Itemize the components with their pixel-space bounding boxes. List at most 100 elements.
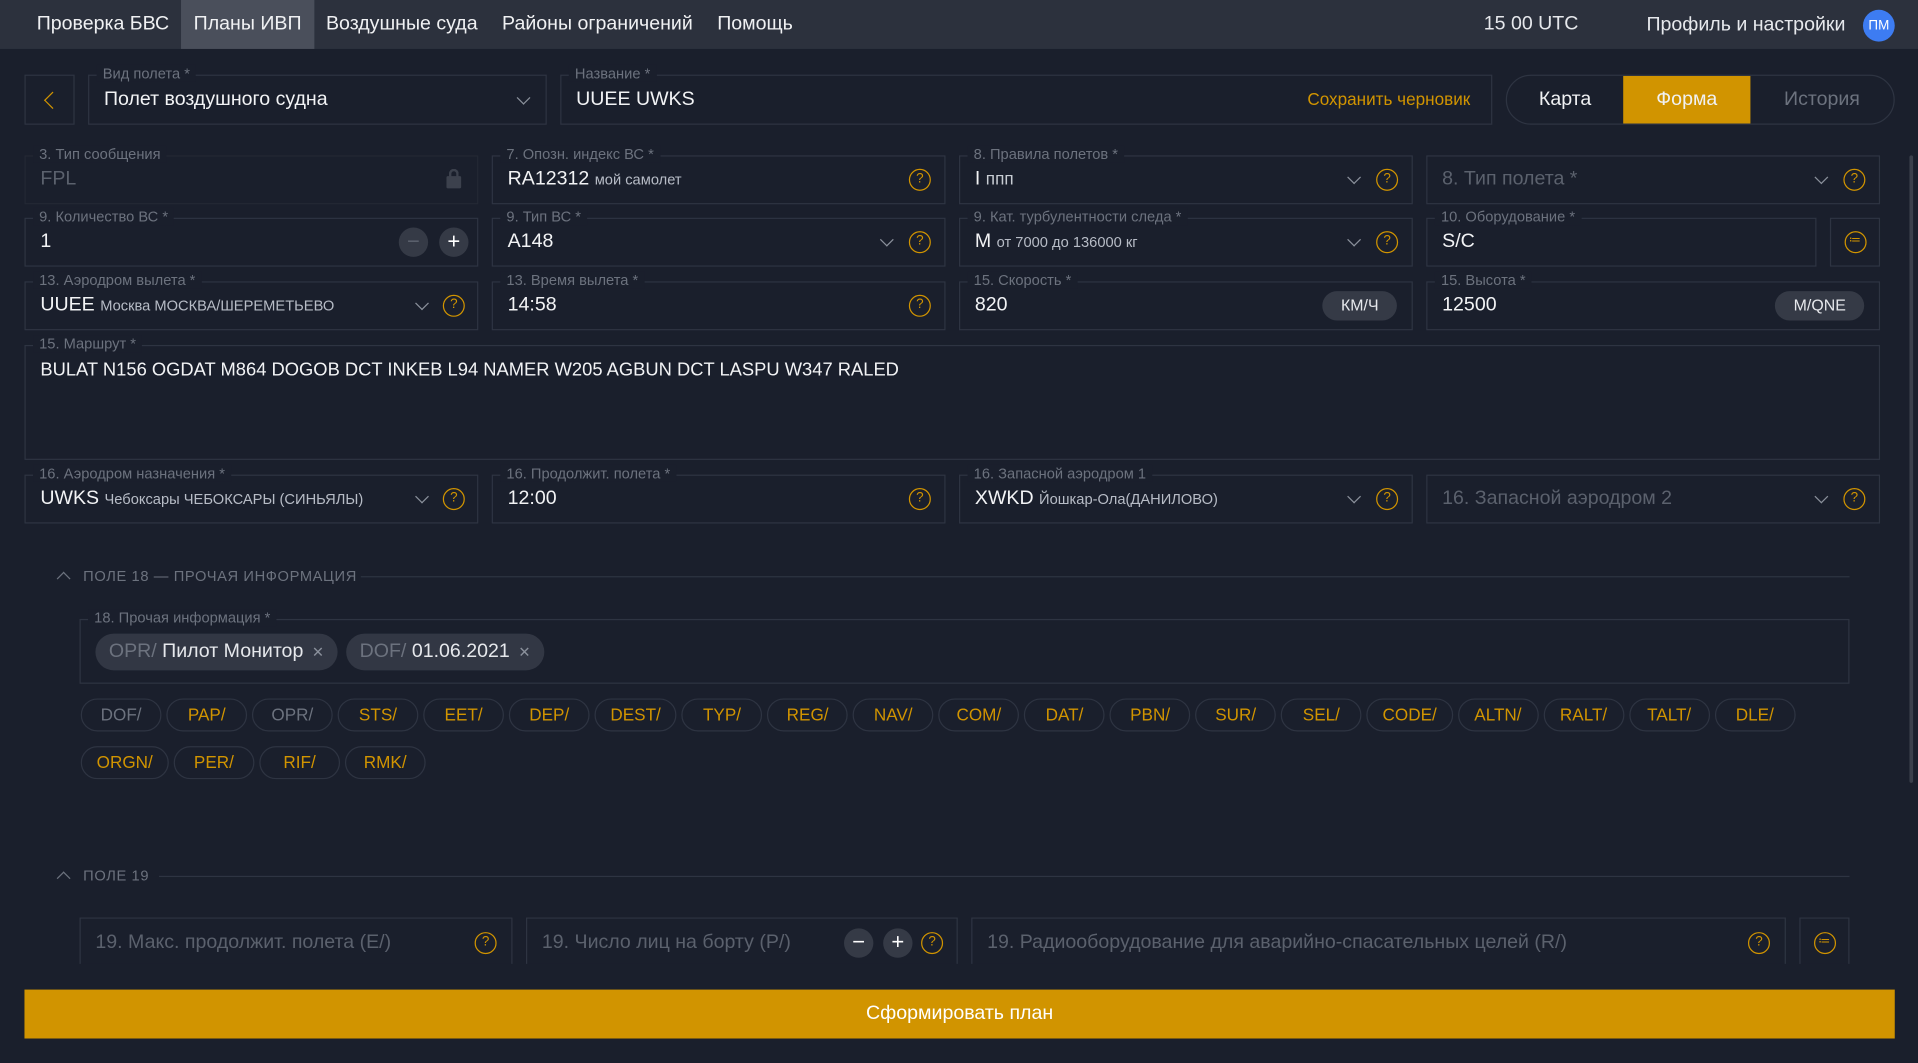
save-draft-button[interactable]: Сохранить черновик <box>1307 89 1470 109</box>
level-input[interactable]: 15. Высота * 12500 M/QNE <box>1426 271 1881 331</box>
nav-item-help[interactable]: Помощь <box>705 0 805 49</box>
indicator-chips-row: ORGN/PER/RIF/RMK/ <box>80 746 426 780</box>
help-icon[interactable]: ? <box>921 932 944 955</box>
field-value: BULAT N156 OGDAT M864 DOGOB DCT INKEB L9… <box>40 359 899 381</box>
indicator-chip[interactable]: COM/ <box>938 698 1020 732</box>
help-icon[interactable]: ? <box>1843 488 1866 511</box>
indicator-chip[interactable]: RMK/ <box>344 746 426 780</box>
indicator-chip[interactable]: ORGN/ <box>80 746 169 780</box>
help-icon[interactable]: ? <box>1747 932 1770 955</box>
minus-button[interactable]: − <box>398 227 429 257</box>
endurance-input[interactable]: 19. Макс. продолжит. полета (E/) ? <box>79 917 513 964</box>
tag-dof[interactable]: DOF/ 01.06.2021 ✕ <box>346 633 545 670</box>
section-title: ПОЛЕ 19 <box>83 867 150 885</box>
close-icon[interactable]: ✕ <box>312 643 324 660</box>
indicator-chip[interactable]: NAV/ <box>852 698 934 732</box>
indicator-chip[interactable]: RALT/ <box>1543 698 1624 732</box>
indicator-chip[interactable]: RIF/ <box>259 746 340 780</box>
indicator-chip[interactable]: PAP/ <box>166 698 248 732</box>
radio-list-button[interactable]: ≔ <box>1799 917 1850 964</box>
nav-item-aircraft[interactable]: Воздушные суда <box>314 0 490 49</box>
field19-row: 19. Макс. продолжит. полета (E/) ? 19. Ч… <box>0 917 1918 964</box>
back-button[interactable] <box>24 74 75 125</box>
wake-note: от 7000 до 136000 кг <box>996 233 1138 251</box>
field19-section-toggle[interactable]: ПОЛЕ 19 <box>54 867 150 886</box>
route-textarea[interactable]: 15. Маршрут * BULAT N156 OGDAT M864 DOGO… <box>24 335 1881 460</box>
scrollbar[interactable] <box>1909 155 1914 783</box>
help-icon[interactable]: ? <box>908 231 931 254</box>
wake-category-select[interactable]: 9. Кат. турбулентности следа * M от 7000… <box>958 207 1413 267</box>
indicator-chip[interactable]: SUR/ <box>1195 698 1277 732</box>
indicator-chip[interactable]: EET/ <box>423 698 504 732</box>
generate-plan-button[interactable]: Сформировать план <box>24 989 1895 1039</box>
aircraft-type-select[interactable]: 9. Тип ВС * A148 ? <box>491 207 946 267</box>
indicator-chip[interactable]: DEST/ <box>594 698 677 732</box>
indicator-chip[interactable]: DOF/ <box>80 698 162 732</box>
icao-code: UUEE <box>40 294 95 316</box>
tab-history[interactable]: История <box>1750 76 1893 124</box>
level-unit-toggle[interactable]: M/QNE <box>1775 291 1865 321</box>
indicator-chip[interactable]: ALTN/ <box>1457 698 1539 732</box>
tag-opr[interactable]: OPR/ Пилот Монитор ✕ <box>95 633 338 670</box>
indicator-chip[interactable]: DEP/ <box>508 698 590 732</box>
help-icon[interactable]: ? <box>908 168 931 191</box>
chevron-down-icon <box>1347 232 1362 247</box>
total-eet-input[interactable]: 16. Продолжит. полета * 12:00 ? <box>491 464 946 524</box>
field-value: I ппп <box>975 169 1014 191</box>
plan-name-input[interactable]: Название * UUEE UWKS Сохранить черновик <box>560 64 1493 125</box>
avatar[interactable]: ПМ <box>1862 9 1895 42</box>
field-label: 16. Продолжит. полета * <box>500 464 677 482</box>
close-icon[interactable]: ✕ <box>518 643 530 660</box>
speed-input[interactable]: 15. Скорость * 820 КМ/Ч <box>958 271 1413 331</box>
field-label: 15. Высота * <box>1434 271 1532 289</box>
indicator-chip[interactable]: TALT/ <box>1628 698 1710 732</box>
help-icon[interactable]: ? <box>1376 231 1399 254</box>
destination-aerodrome-select[interactable]: 16. Аэродром назначения * UWKS Чебоксары… <box>24 464 479 524</box>
equipment-list-button[interactable]: ≔ <box>1829 217 1881 267</box>
nav-item-bvs-check[interactable]: Проверка БВС <box>24 0 181 49</box>
indicator-chip[interactable]: DLE/ <box>1714 698 1796 732</box>
indicator-chip[interactable]: OPR/ <box>251 698 333 732</box>
indicator-chip[interactable]: SEL/ <box>1280 698 1362 732</box>
aircraft-count-stepper[interactable]: 9. Количество ВС * 1 − + <box>24 207 479 267</box>
alternate-aerodrome-2-select[interactable]: 16. Запасной аэродром 2 ? <box>1426 474 1881 524</box>
nav-item-flight-plans[interactable]: Планы ИВП <box>181 0 314 49</box>
plus-button[interactable]: + <box>439 227 469 257</box>
flight-type-select[interactable]: 8. Тип полета * ? <box>1426 155 1881 205</box>
nav-item-restricted-areas[interactable]: Районы ограничений <box>490 0 705 49</box>
flight-kind-select[interactable]: Вид полета * Полет воздушного судна <box>88 64 547 125</box>
help-icon[interactable]: ? <box>908 488 931 511</box>
plus-button[interactable]: + <box>883 928 913 958</box>
help-icon[interactable]: ? <box>1376 168 1399 191</box>
help-icon[interactable]: ? <box>908 294 931 317</box>
callsign-input[interactable]: 7. Опозн. индекс ВС * RA12312 мой самоле… <box>491 145 946 205</box>
indicator-chip[interactable]: PER/ <box>173 746 255 780</box>
indicator-chip[interactable]: CODE/ <box>1366 698 1453 732</box>
equipment-input[interactable]: 10. Оборудование * S/C <box>1426 207 1817 267</box>
list-icon: ≔ <box>1813 932 1836 955</box>
field18-section-toggle[interactable]: ПОЛЕ 18 — ПРОЧАЯ ИНФОРМАЦИЯ <box>54 568 357 586</box>
alternate-aerodrome-1-select[interactable]: 16. Запасной аэродром 1 XWKD Йошкар-Ола(… <box>958 464 1413 524</box>
other-info-input[interactable]: 18. Прочая информация * OPR/ Пилот Монит… <box>79 609 1850 684</box>
help-icon[interactable]: ? <box>474 932 497 955</box>
flight-rules-select[interactable]: 8. Правила полетов * I ппп ? <box>958 145 1413 205</box>
top-navbar: Проверка БВС Планы ИВП Воздушные суда Ра… <box>0 0 1918 49</box>
departure-time-input[interactable]: 13. Время вылета * 14:58 ? <box>491 271 946 331</box>
indicator-chip[interactable]: DAT/ <box>1024 698 1105 732</box>
persons-on-board-stepper[interactable]: 19. Число лиц на борту (P/) − + ? <box>525 917 958 964</box>
indicator-chip[interactable]: STS/ <box>337 698 419 732</box>
indicator-chip[interactable]: TYP/ <box>681 698 763 732</box>
speed-unit-toggle[interactable]: КМ/Ч <box>1322 291 1397 321</box>
emergency-radio-input[interactable]: 19. Радиооборудование для аварийно-спаса… <box>971 917 1786 964</box>
help-icon[interactable]: ? <box>1843 168 1866 191</box>
tab-form[interactable]: Форма <box>1623 75 1751 124</box>
help-icon[interactable]: ? <box>442 294 465 317</box>
help-icon[interactable]: ? <box>1376 488 1399 511</box>
tab-map[interactable]: Карта <box>1507 76 1623 124</box>
help-icon[interactable]: ? <box>442 488 465 511</box>
departure-aerodrome-select[interactable]: 13. Аэродром вылета * UUEE Москва МОСКВА… <box>24 271 479 331</box>
indicator-chip[interactable]: PBN/ <box>1109 698 1191 732</box>
indicator-chip[interactable]: REG/ <box>767 698 848 732</box>
profile-settings-link[interactable]: Профиль и настройки <box>1646 15 1845 37</box>
minus-button[interactable]: − <box>844 928 874 958</box>
